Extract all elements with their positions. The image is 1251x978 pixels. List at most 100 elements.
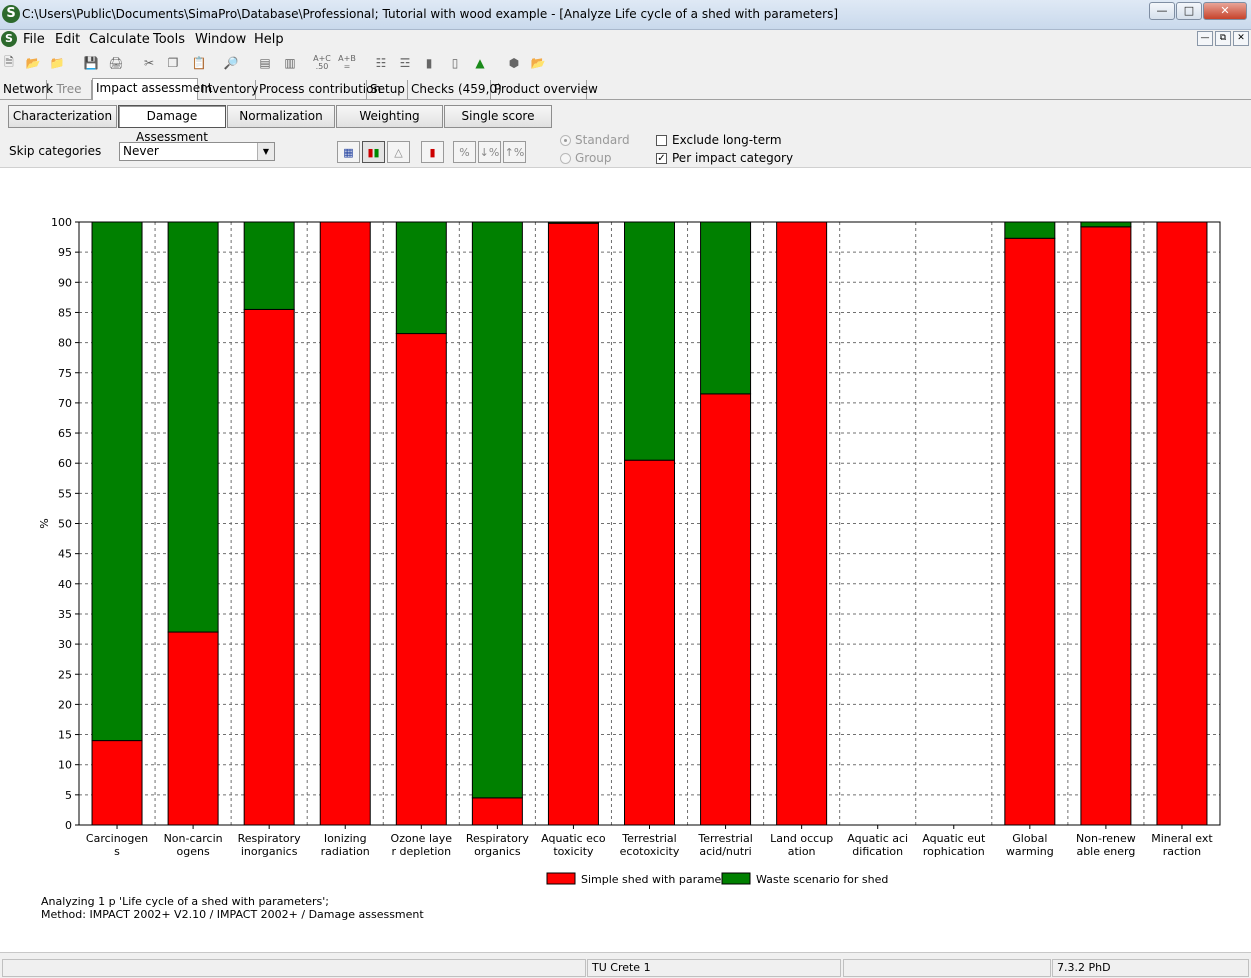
damage-assessment-button[interactable]: Damage Assessment: [118, 105, 226, 144]
x-tick-label: Respiratory: [238, 832, 302, 845]
menu-help[interactable]: Help: [254, 32, 284, 47]
network-icon[interactable]: ☷: [372, 54, 390, 72]
tab-setup[interactable]: Setup: [367, 80, 408, 99]
status-version: 7.3.2 PhD: [1052, 959, 1249, 977]
doc-close-icon[interactable]: ✕: [1233, 31, 1249, 46]
calc-ab-icon[interactable]: A+B =: [338, 54, 356, 72]
open-folder-icon[interactable]: 📂: [24, 54, 42, 72]
x-tick-label: s: [114, 845, 120, 858]
legend-swatch-series-2: [721, 872, 751, 885]
x-tick-label: Mineral ext: [1151, 832, 1213, 845]
window-controls: — □ ✕: [1148, 2, 1247, 20]
x-tick-label: Respiratory: [466, 832, 530, 845]
y-tick-label: 15: [58, 729, 72, 742]
print-icon[interactable]: 🖨: [107, 54, 125, 72]
y-axis-label: %: [38, 518, 51, 528]
legend-swatch-series-1: [546, 872, 576, 885]
legend-label-series-2: Waste scenario for shed: [756, 873, 888, 886]
show-icon[interactable]: ▤: [256, 54, 274, 72]
tree-icon[interactable]: ☲: [396, 54, 414, 72]
percent-icon[interactable]: %: [453, 141, 476, 163]
x-tick-label: r depletion: [391, 845, 451, 858]
table-view-icon[interactable]: ▦: [337, 141, 360, 163]
menu-file[interactable]: File: [23, 32, 45, 47]
tab-network[interactable]: Network: [0, 80, 53, 99]
x-tick-label: acid/nutri: [699, 845, 751, 858]
tab-inventory[interactable]: Inventory: [198, 80, 258, 99]
standard-radio[interactable]: [560, 135, 571, 146]
single-score-button[interactable]: Single score: [444, 105, 552, 128]
x-tick-label: rophication: [923, 845, 985, 858]
open-up-folder-icon[interactable]: 📁: [48, 54, 66, 72]
bar-series-1: [776, 221, 828, 826]
paste-icon[interactable]: 📋: [190, 54, 208, 72]
tab-product-overview[interactable]: Product overview: [491, 80, 598, 99]
weighting-button[interactable]: Weighting: [336, 105, 443, 128]
simapro-logo-icon[interactable]: S: [2, 5, 20, 23]
x-tick-label: Aquatic aci: [847, 832, 908, 845]
minimize-icon[interactable]: —: [1149, 2, 1175, 20]
doc-minimize-icon[interactable]: —: [1197, 31, 1213, 46]
sort-ascending-icon[interactable]: ↑%: [503, 141, 526, 163]
bar-series-1: [91, 740, 143, 826]
y-tick-label: 75: [58, 367, 72, 380]
y-tick-label: 5: [65, 789, 72, 802]
bar-chart-icon[interactable]: ▮: [420, 54, 438, 72]
skip-categories-select[interactable]: Never ▼: [119, 142, 275, 161]
copy-icon[interactable]: ❐: [164, 54, 182, 72]
standard-label: Standard: [575, 133, 630, 147]
show-next-icon[interactable]: ▥: [281, 54, 299, 72]
bar-series-2: [471, 221, 523, 799]
cut-icon[interactable]: ✂: [140, 54, 158, 72]
group-radio[interactable]: [560, 153, 571, 164]
group-label: Group: [575, 151, 612, 165]
document-system-icon[interactable]: S: [1, 31, 17, 47]
sort-descending-icon[interactable]: ↓%: [478, 141, 501, 163]
y-tick-label: 80: [58, 337, 72, 350]
menu-calculate[interactable]: Calculate: [89, 32, 150, 47]
bar-series-2: [243, 221, 295, 310]
chevron-down-icon[interactable]: ▼: [257, 143, 274, 160]
compare-icon[interactable]: ⬢: [505, 54, 523, 72]
y-tick-label: 0: [65, 819, 72, 832]
y-tick-label: 55: [58, 487, 72, 500]
exclude-long-term-checkbox[interactable]: [656, 135, 667, 146]
per-impact-category-checkbox[interactable]: ✓: [656, 153, 667, 164]
save-icon[interactable]: 💾: [82, 54, 100, 72]
drawing-view-icon[interactable]: △: [387, 141, 410, 163]
analysis-description: Analyzing 1 p 'Life cycle of a shed with…: [41, 895, 329, 908]
menu-edit[interactable]: Edit: [55, 32, 80, 47]
y-tick-label: 45: [58, 548, 72, 561]
bar-chart-view-icon[interactable]: ▮ ▮: [362, 141, 385, 163]
bar-series-1: [1004, 237, 1056, 826]
doc-restore-icon[interactable]: ⧉: [1215, 31, 1231, 46]
x-tick-label: Non-renew: [1076, 832, 1136, 845]
bar-series-1: [319, 221, 371, 826]
bar-series-1: [547, 222, 599, 826]
monte-carlo-icon[interactable]: ▲: [471, 54, 489, 72]
menu-window[interactable]: Window: [195, 32, 246, 47]
tab-checks[interactable]: Checks (459,0): [408, 80, 502, 99]
y-tick-label: 25: [58, 668, 72, 681]
libraries-icon[interactable]: 📂: [529, 54, 547, 72]
window-title: C:\Users\Public\Documents\SimaPro\Databa…: [22, 7, 839, 21]
x-tick-label: toxicity: [553, 845, 594, 858]
column-chart-icon[interactable]: ▯: [446, 54, 464, 72]
tab-impact-assessment[interactable]: Impact assessment: [92, 78, 212, 100]
find-icon[interactable]: 🔎: [222, 54, 240, 72]
y-tick-label: 65: [58, 427, 72, 440]
normalization-button[interactable]: Normalization: [227, 105, 335, 128]
close-icon[interactable]: ✕: [1203, 2, 1247, 20]
new-file-icon[interactable]: 🗎: [0, 54, 18, 72]
menu-tools[interactable]: Tools: [153, 32, 185, 47]
stacked-chart-icon[interactable]: ▮: [421, 141, 444, 163]
tab-tree[interactable]: Tree: [47, 80, 92, 99]
tab-process-contribution[interactable]: Process contribution: [256, 80, 381, 99]
calc-abc-icon[interactable]: A+C .50: [313, 54, 331, 72]
x-tick-label: Ionizing: [324, 832, 367, 845]
y-tick-label: 40: [58, 578, 72, 591]
maximize-icon[interactable]: □: [1176, 2, 1202, 20]
x-tick-label: ecotoxicity: [620, 845, 680, 858]
skip-categories-label: Skip categories: [9, 144, 102, 158]
characterization-button[interactable]: Characterization: [8, 105, 117, 128]
